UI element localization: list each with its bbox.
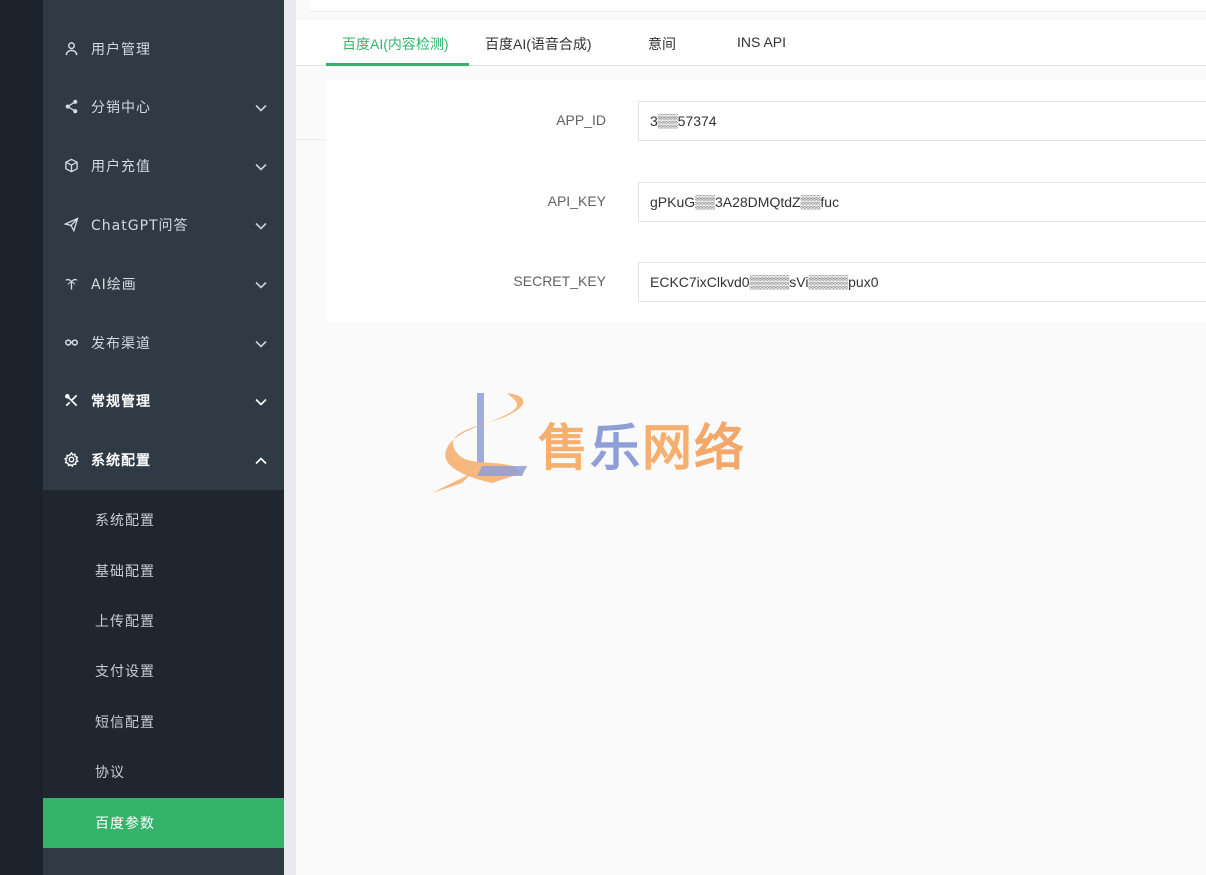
submenu-item-baidu-params[interactable]: 百度参数 bbox=[43, 798, 284, 848]
sidebar-item-label: ChatGPT问答 bbox=[91, 217, 189, 234]
box-icon bbox=[63, 158, 79, 174]
sidebar-item-label: 系统配置 bbox=[91, 452, 151, 469]
sidebar: 用户管理 分销中心 用户充值 ChatGPT问答 AI绘画 发布渠道 常规管理 … bbox=[43, 0, 284, 875]
watermark-char: 乐 bbox=[590, 419, 642, 477]
sidebar-item-ai-painting[interactable]: AI绘画 bbox=[43, 254, 284, 313]
sidebar-divider bbox=[284, 0, 296, 875]
submenu-item-system-config[interactable]: 系统配置 bbox=[43, 495, 284, 545]
palm-icon bbox=[63, 276, 79, 292]
chevron-up-icon bbox=[254, 453, 268, 467]
chevron-down-icon bbox=[254, 336, 268, 350]
watermark-char: 售 bbox=[538, 419, 590, 477]
sidebar-item-label: 用户管理 bbox=[91, 41, 151, 58]
sidebar-item-channels[interactable]: 发布渠道 bbox=[43, 313, 284, 372]
api-key-label: API_KEY bbox=[547, 193, 606, 209]
submenu-item-agreement[interactable]: 协议 bbox=[43, 747, 284, 797]
sidebar-footer bbox=[43, 852, 284, 875]
user-icon bbox=[63, 41, 79, 57]
submenu-item-label: 上传配置 bbox=[95, 614, 155, 630]
chevron-down-icon bbox=[254, 100, 268, 114]
secret-key-input[interactable] bbox=[638, 262, 1206, 302]
submenu-item-sms-config[interactable]: 短信配置 bbox=[43, 697, 284, 747]
submenu-item-label: 百度参数 bbox=[95, 816, 155, 832]
tab-ins-api[interactable]: INS API bbox=[737, 34, 786, 50]
top-card-edge bbox=[310, 0, 1206, 12]
sidebar-item-label: 常规管理 bbox=[91, 393, 151, 410]
sidebar-item-user-management[interactable]: 用户管理 bbox=[43, 19, 284, 78]
baidu-params-form: APP_ID API_KEY SECRET_KEY bbox=[326, 80, 1206, 322]
tab-baidu-content-check[interactable]: 百度AI(内容检测) bbox=[342, 34, 449, 54]
submenu-item-label: 短信配置 bbox=[95, 715, 155, 731]
link-icon bbox=[63, 335, 79, 351]
tools-icon bbox=[63, 393, 79, 409]
chevron-down-icon bbox=[254, 277, 268, 291]
sidebar-item-system-config[interactable]: 系统配置 bbox=[43, 430, 284, 489]
sidebar-item-label: 分销中心 bbox=[91, 99, 151, 116]
sidebar-item-label: 发布渠道 bbox=[91, 335, 151, 352]
sidebar-item-chatgpt[interactable]: ChatGPT问答 bbox=[43, 195, 284, 254]
tab-yijian[interactable]: 意间 bbox=[648, 34, 676, 54]
app-id-input[interactable] bbox=[638, 101, 1206, 141]
chevron-down-icon bbox=[254, 394, 268, 408]
chevron-down-icon bbox=[254, 218, 268, 232]
submenu-item-label: 系统配置 bbox=[95, 513, 155, 529]
gear-icon bbox=[63, 452, 79, 468]
watermark-char: 网 bbox=[642, 419, 694, 477]
submenu-item-label: 协议 bbox=[95, 765, 125, 781]
submenu-system-config: 系统配置 基础配置 上传配置 支付设置 短信配置 协议 百度参数 bbox=[43, 490, 284, 848]
sidebar-item-recharge[interactable]: 用户充值 bbox=[43, 136, 284, 195]
sidebar-item-general[interactable]: 常规管理 bbox=[43, 371, 284, 430]
sidebar-item-label: AI绘画 bbox=[91, 276, 137, 293]
sidebar-item-label: 用户充值 bbox=[91, 158, 151, 175]
submenu-item-basic-config[interactable]: 基础配置 bbox=[43, 546, 284, 596]
share-icon bbox=[63, 99, 79, 115]
divider bbox=[296, 139, 326, 140]
tab-baidu-tts[interactable]: 百度AI(语音合成) bbox=[485, 34, 592, 54]
submenu-item-label: 基础配置 bbox=[95, 564, 155, 580]
form-row-api-key: API_KEY bbox=[326, 182, 1206, 222]
form-row-app-id: APP_ID bbox=[326, 101, 1206, 141]
tab-bar: 百度AI(内容检测) 百度AI(语音合成) 意间 INS API bbox=[296, 20, 1206, 66]
send-icon bbox=[63, 217, 79, 233]
watermark-text: 售乐网络 bbox=[538, 408, 746, 480]
watermark-char: 络 bbox=[694, 419, 746, 477]
chevron-down-icon bbox=[254, 159, 268, 173]
submenu-item-upload-config[interactable]: 上传配置 bbox=[43, 596, 284, 646]
api-key-input[interactable] bbox=[638, 182, 1206, 222]
active-tab-indicator bbox=[326, 63, 469, 66]
submenu-item-label: 支付设置 bbox=[95, 664, 155, 680]
app-id-label: APP_ID bbox=[556, 112, 606, 128]
sidebar-item-distribution[interactable]: 分销中心 bbox=[43, 77, 284, 136]
secret-key-label: SECRET_KEY bbox=[513, 273, 606, 289]
form-row-secret-key: SECRET_KEY bbox=[326, 262, 1206, 302]
left-rail bbox=[0, 0, 43, 875]
submenu-item-payment-settings[interactable]: 支付设置 bbox=[43, 646, 284, 696]
